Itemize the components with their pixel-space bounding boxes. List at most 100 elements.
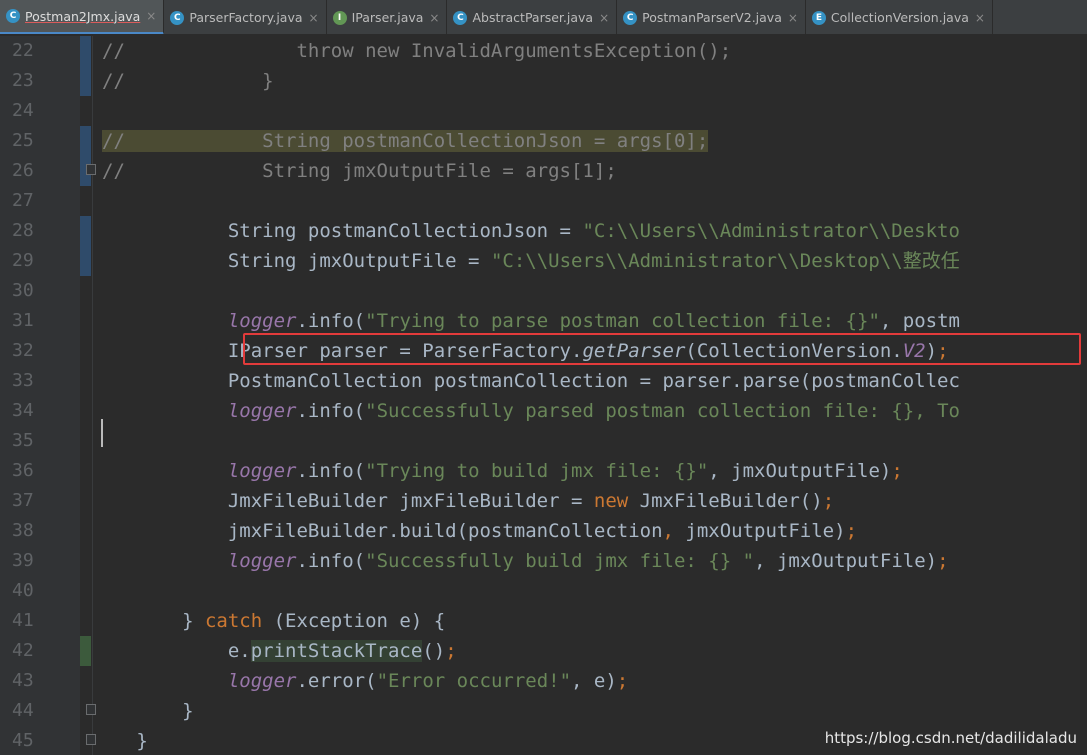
line-number: 24 <box>12 100 34 121</box>
code-token: .info( <box>296 400 366 422</box>
code-editor[interactable]: 22 // throw new InvalidArgumentsException… <box>0 36 1087 755</box>
code-token: String postmanCollectionJson = <box>102 220 583 242</box>
code-line[interactable]: 37 JmxFileBuilder jmxFileBuilder = new J… <box>0 486 1087 516</box>
line-number: 42 <box>12 640 34 661</box>
code-token: new <box>593 490 640 512</box>
line-number: 36 <box>12 460 34 481</box>
close-icon[interactable]: × <box>975 11 985 25</box>
line-number: 39 <box>12 550 34 571</box>
code-token: IParser parser = ParserFactory. <box>102 340 583 362</box>
code-line[interactable]: 43 logger.error("Error occurred!", e); <box>0 666 1087 696</box>
code-line[interactable]: 38 jmxFileBuilder.build(postmanCollectio… <box>0 516 1087 546</box>
code-token: } <box>102 730 148 752</box>
code-token: catch <box>204 610 274 632</box>
tab-label: PostmanParserV2.java <box>642 10 782 25</box>
class-icon: C <box>6 9 20 23</box>
code-text: logger.info("Trying to parse postman col… <box>102 306 960 336</box>
close-icon[interactable]: × <box>788 11 798 25</box>
code-token: ; <box>937 550 949 572</box>
tab-collectionversion[interactable]: E CollectionVersion.java × <box>806 0 993 34</box>
tab-abstractparser[interactable]: C AbstractParser.java × <box>447 0 618 34</box>
line-number: 30 <box>12 280 34 301</box>
code-line[interactable]: 29 String jmxOutputFile = "C:\\Users\\Ad… <box>0 246 1087 276</box>
tab-label: AbstractParser.java <box>472 10 594 25</box>
code-token: jmxFileBuilder.build(postmanCollection <box>102 520 663 542</box>
code-text: } <box>102 696 193 726</box>
line-number: 38 <box>12 520 34 541</box>
line-number: 28 <box>12 220 34 241</box>
line-number: 33 <box>12 370 34 391</box>
code-token: .info( <box>296 310 366 332</box>
code-line[interactable]: 33 PostmanCollection postmanCollection =… <box>0 366 1087 396</box>
code-line[interactable]: 31 logger.info("Trying to parse postman … <box>0 306 1087 336</box>
code-token: ; <box>937 340 949 362</box>
code-line[interactable]: 22 // throw new InvalidArgumentsException… <box>0 36 1087 66</box>
code-token: logger <box>227 670 297 692</box>
code-line[interactable]: 28 String postmanCollectionJson = "C:\\U… <box>0 216 1087 246</box>
code-line[interactable]: 42 e.printStackTrace(); <box>0 636 1087 666</box>
code-line[interactable]: 24 <box>0 96 1087 126</box>
line-number: 25 <box>12 130 34 151</box>
change-marker <box>80 246 91 276</box>
line-number: 22 <box>12 40 34 61</box>
change-marker <box>80 36 91 66</box>
fold-toggle-icon[interactable] <box>86 164 96 175</box>
line-number: 41 <box>12 610 34 631</box>
code-token: // } <box>102 70 274 92</box>
class-icon: C <box>453 10 468 25</box>
code-token: logger <box>227 550 297 572</box>
code-line[interactable]: 44 } <box>0 696 1087 726</box>
tab-label: ParserFactory.java <box>189 10 303 25</box>
code-text: logger.error("Error occurred!", e); <box>102 666 628 696</box>
code-line[interactable]: 35 <box>0 426 1087 456</box>
close-icon[interactable]: × <box>429 11 439 25</box>
code-token: ; <box>891 460 903 482</box>
code-token: .info( <box>296 460 366 482</box>
tab-parserfactory[interactable]: C ParserFactory.java × <box>164 0 327 34</box>
tab-postman2jmx[interactable]: C Postman2Jmx.java × <box>0 0 165 34</box>
fold-toggle-icon[interactable] <box>86 704 96 715</box>
line-number: 44 <box>12 700 34 721</box>
code-line[interactable]: 27 <box>0 186 1087 216</box>
tab-iparser[interactable]: I IParser.java × <box>327 0 448 34</box>
code-line[interactable]: 41 } catch (Exception e) { <box>0 606 1087 636</box>
code-token: "Error occurred!" <box>376 670 572 692</box>
code-text: logger.info("Successfully parsed postman… <box>102 396 960 426</box>
fold-toggle-icon[interactable] <box>86 734 96 745</box>
code-token: "Trying to parse postman collection file… <box>365 310 880 332</box>
code-text: logger.info("Successfully build jmx file… <box>102 546 949 576</box>
tab-label: IParser.java <box>351 10 424 25</box>
code-text: jmxFileBuilder.build(postmanCollection, … <box>102 516 857 546</box>
change-marker <box>80 216 91 246</box>
code-text: // } <box>102 66 274 96</box>
code-line[interactable]: 36 logger.info("Trying to build jmx file… <box>0 456 1087 486</box>
code-token: } <box>102 610 205 632</box>
code-token: (Exception e) { <box>273 610 446 632</box>
code-token: ; <box>445 640 457 662</box>
close-icon[interactable]: × <box>599 11 609 25</box>
code-line[interactable]: 40 <box>0 576 1087 606</box>
code-token: .error( <box>296 670 377 692</box>
code-line[interactable]: 26 // String jmxOutputFile = args[1]; <box>0 156 1087 186</box>
close-icon[interactable]: × <box>309 11 319 25</box>
code-line[interactable]: 34 logger.info("Successfully parsed post… <box>0 396 1087 426</box>
code-token: // String jmxOutputFile = args[1]; <box>102 160 617 182</box>
code-text: String postmanCollectionJson = "C:\\User… <box>102 216 960 246</box>
editor-tab-bar: C Postman2Jmx.java × C ParserFactory.java × I I… <box>0 0 1087 35</box>
tab-postmanparserv2[interactable]: C PostmanParserV2.java × <box>617 0 806 34</box>
code-token: // throw new InvalidArgumentsException()… <box>102 40 732 62</box>
code-line[interactable]: 39 logger.info("Successfully build jmx f… <box>0 546 1087 576</box>
code-line[interactable]: 23 // } <box>0 66 1087 96</box>
code-text: e.printStackTrace(); <box>102 636 457 666</box>
change-marker <box>80 66 91 96</box>
code-line[interactable]: 32 IParser parser = ParserFactory.getPar… <box>0 336 1087 366</box>
code-line[interactable]: 30 <box>0 276 1087 306</box>
code-text: // String jmxOutputFile = args[1]; <box>102 156 617 186</box>
close-icon[interactable]: × <box>146 9 156 23</box>
code-line[interactable]: 25 // String postmanCollectionJson = args… <box>0 126 1087 156</box>
code-token: (CollectionVersion. <box>685 340 903 362</box>
line-number: 37 <box>12 490 34 511</box>
